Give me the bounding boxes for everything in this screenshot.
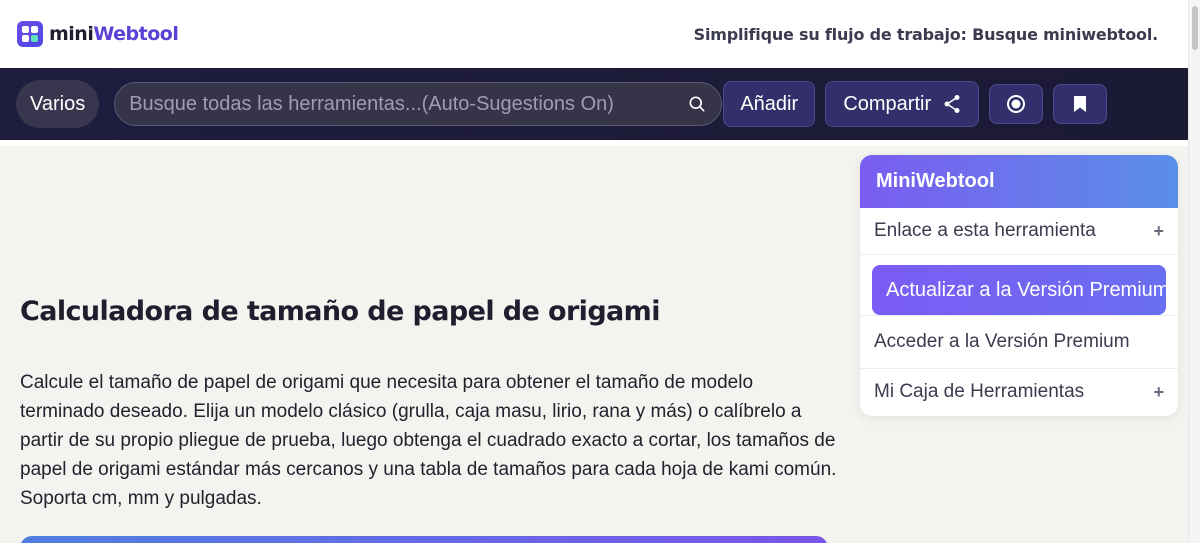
page-scrollbar[interactable] bbox=[1188, 0, 1200, 543]
search-input[interactable]: Busque todas las herramientas...(Auto-Su… bbox=[114, 82, 723, 126]
link-to-tool-label: Enlace a esta herramienta bbox=[874, 220, 1096, 241]
toolbox-item[interactable]: Mi Caja de Herramientas + bbox=[860, 369, 1178, 415]
expand-plus-icon[interactable]: + bbox=[1153, 382, 1164, 403]
premium-access-item[interactable]: Acceder a la Versión Premium bbox=[860, 316, 1178, 369]
main-navbar: Varios Busque todas las herramientas...(… bbox=[0, 68, 1188, 140]
share-button-label: Compartir bbox=[843, 92, 932, 115]
premium-upgrade-button[interactable]: Actualizar a la Versión Premium bbox=[872, 265, 1166, 315]
record-button[interactable] bbox=[989, 84, 1044, 124]
premium-upgrade-wrapper: Actualizar a la Versión Premium bbox=[860, 255, 1178, 316]
share-icon bbox=[944, 95, 960, 113]
record-icon bbox=[1007, 95, 1026, 113]
top-header: miniWebtool Simplifique su flujo de trab… bbox=[0, 0, 1188, 68]
navbar-divider bbox=[0, 140, 1188, 146]
logo-text: miniWebtool bbox=[49, 23, 179, 45]
varios-button[interactable]: Varios bbox=[16, 80, 100, 128]
calculator-card-header bbox=[20, 536, 828, 543]
bookmark-icon bbox=[1074, 96, 1087, 112]
link-to-tool-item[interactable]: Enlace a esta herramienta + bbox=[860, 208, 1178, 255]
share-button[interactable]: Compartir bbox=[825, 81, 980, 127]
widget-title: MiniWebtool bbox=[860, 155, 1178, 208]
toolbox-label: Mi Caja de Herramientas bbox=[874, 381, 1085, 402]
scrollbar-thumb[interactable] bbox=[1192, 6, 1198, 50]
logo-icon bbox=[17, 21, 43, 47]
search-placeholder: Busque todas las herramientas...(Auto-Su… bbox=[129, 92, 614, 115]
page-description: Calcule el tamaño de papel de origami qu… bbox=[20, 372, 837, 509]
expand-plus-icon[interactable]: + bbox=[1153, 221, 1164, 242]
bookmark-button[interactable] bbox=[1053, 84, 1108, 124]
site-logo[interactable]: miniWebtool bbox=[17, 21, 179, 47]
header-tagline: Simplifique su flujo de trabajo: Busque … bbox=[693, 24, 1159, 44]
search-icon[interactable] bbox=[687, 94, 707, 114]
logo-web-text: Webtool bbox=[93, 23, 179, 45]
logo-mini-text: mini bbox=[49, 23, 94, 45]
page-title: Calculadora de tamaño de papel de origam… bbox=[20, 296, 660, 327]
premium-access-label: Acceder a la Versión Premium bbox=[874, 331, 1130, 352]
sidebar-widget: MiniWebtool Enlace a esta herramienta + … bbox=[860, 155, 1178, 416]
add-button[interactable]: Añadir bbox=[723, 81, 816, 127]
